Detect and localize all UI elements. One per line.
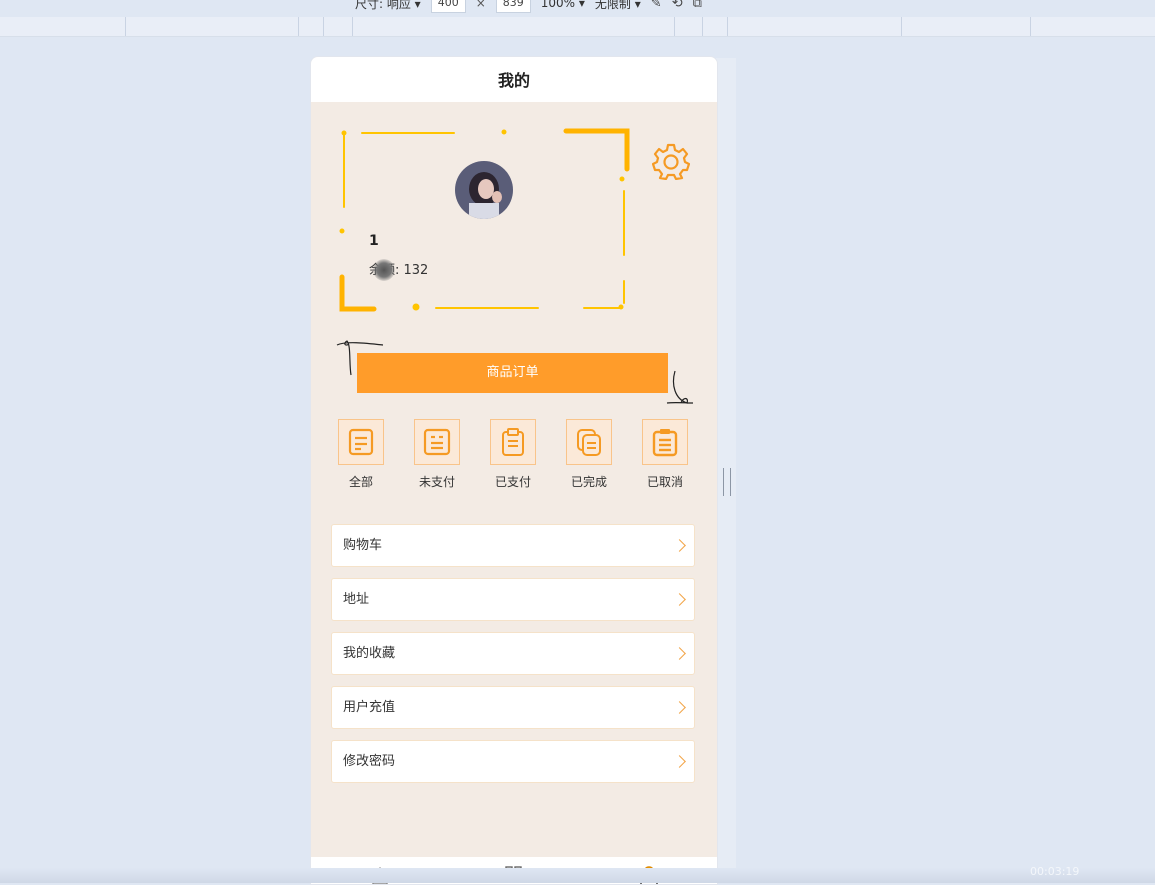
menu-item-label: 我的收藏 [343,646,396,661]
chevron-right-icon [673,701,686,714]
profile-frame [338,127,632,313]
status-completed[interactable]: 已完成 [561,419,617,490]
copy-document-icon [577,429,601,456]
menu-item-change-password[interactable]: 修改密码 [331,740,695,783]
menu-item-label: 修改密码 [343,754,396,769]
decorative-frame-icon [339,128,630,312]
resize-handle[interactable] [723,468,731,496]
mobile-viewport: 我的 1 余额: 132 商品订单 全部 未支付 已支付 已完成 已取消 购物车… [310,56,718,885]
status-cancelled[interactable]: 已取消 [637,419,693,490]
status-label: 已取消 [646,475,683,489]
height-input[interactable]: 839 [495,0,531,13]
menu-item-favorites[interactable]: 我的收藏 [331,632,695,675]
username: 1 [369,233,379,249]
menu-item-address[interactable]: 地址 [331,578,695,621]
status-label: 已支付 [494,475,531,489]
menu-item-recharge[interactable]: 用户充值 [331,686,695,729]
menu-list: 购物车 地址 我的收藏 用户充值 修改密码 [331,524,695,794]
document-icon [348,428,374,456]
menu-item-cart[interactable]: 购物车 [331,524,695,567]
page-title: 我的 [311,57,717,102]
chevron-right-icon [673,593,686,606]
timer-label: 00:03:19 [1030,865,1080,878]
rotate-icon[interactable]: ⟲ [672,0,683,11]
devtools-toolbar: 尺寸: 响应 ▾ 400 × 839 100% ▾ 无限制 ▾ ✎ ⟲ ⧉ [0,0,1155,17]
squiggle-right-icon [666,370,694,404]
order-status-row: 全部 未支付 已支付 已完成 已取消 [333,419,693,490]
chevron-right-icon [673,647,686,660]
device-size-select[interactable]: 尺寸: 响应 ▾ [355,0,421,12]
menu-item-label: 用户充值 [343,700,396,715]
avatar[interactable] [455,161,513,219]
more-options-icon[interactable]: ⧉ [693,0,702,11]
width-input[interactable]: 400 [430,0,466,13]
clipboard-icon [502,428,524,456]
media-query-ruler [0,17,1155,37]
receipt-icon [423,428,451,456]
times-label: × [475,0,486,10]
status-label: 全部 [348,475,373,489]
chevron-right-icon [673,539,686,552]
status-unpaid[interactable]: 未支付 [409,419,465,490]
chevron-right-icon [673,755,686,768]
cursor-indicator [373,259,395,281]
menu-item-label: 购物车 [343,538,383,553]
menu-item-label: 地址 [343,592,370,607]
taskbar [0,868,1155,883]
order-button[interactable]: 商品订单 [357,353,668,393]
zoom-select[interactable]: 100% ▾ [541,0,585,10]
status-paid[interactable]: 已支付 [485,419,541,490]
status-all[interactable]: 全部 [333,419,389,490]
settings-gear-icon[interactable] [651,142,691,184]
throttle-select[interactable]: 无限制 ▾ [595,0,641,12]
status-label: 已完成 [570,475,607,489]
list-clipboard-icon [652,429,678,457]
status-label: 未支付 [418,475,455,489]
pen-icon[interactable]: ✎ [651,0,662,11]
